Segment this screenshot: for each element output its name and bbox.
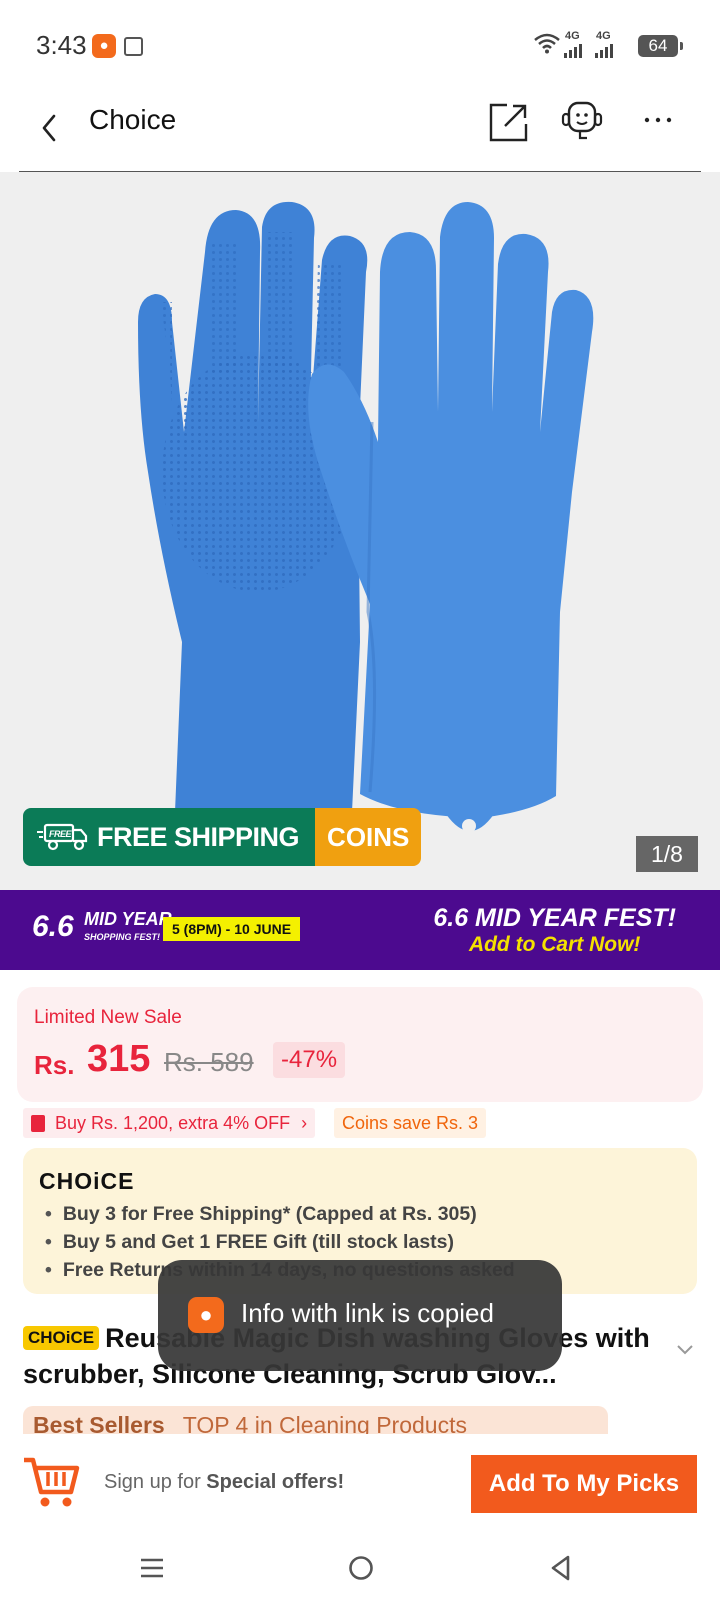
add-to-my-picks-button[interactable]: Add To My Picks bbox=[471, 1455, 697, 1513]
back-arrow-icon[interactable] bbox=[36, 108, 66, 148]
fest-cta: Add to Cart Now! bbox=[468, 933, 641, 956]
top-navigation: Choice bbox=[0, 90, 720, 173]
coins-label: COINS bbox=[315, 808, 422, 866]
chevron-right-icon: › bbox=[301, 1113, 308, 1133]
fest-headline: 6.6 MID YEAR FEST! bbox=[433, 904, 676, 932]
app-notification-icon: ● bbox=[92, 34, 116, 58]
toast-message: ● Info with link is copied bbox=[158, 1260, 562, 1371]
chevron-down-icon[interactable] bbox=[676, 1344, 694, 1356]
price-currency: Rs. bbox=[34, 1050, 75, 1080]
price-section: Limited New Sale Rs. 315 Rs. 589 -47% bbox=[17, 987, 703, 1102]
extra-off-promo[interactable]: Buy Rs. 1,200, extra 4% OFF › bbox=[23, 1108, 316, 1138]
signup-prompt[interactable]: Sign up for Special offers! bbox=[104, 1471, 344, 1494]
free-shipping-label: FREE FREE SHIPPING bbox=[23, 808, 316, 866]
product-image-gallery[interactable]: FREE FREE SHIPPING COINS 1/8 bbox=[0, 172, 720, 890]
fest-shopping: SHOPPING FEST! bbox=[84, 932, 161, 942]
coins-save-badge: Coins save Rs. 3 bbox=[334, 1108, 487, 1138]
menu-nav-icon[interactable] bbox=[122, 1546, 182, 1590]
toast-text: Info with link is copied bbox=[241, 1298, 494, 1328]
extra-off-text: Buy Rs. 1,200, extra 4% OFF bbox=[55, 1113, 291, 1133]
discount-badge: -47% bbox=[273, 1042, 346, 1078]
system-navigation-bar bbox=[0, 1542, 720, 1600]
status-time: 3:43 bbox=[36, 30, 87, 60]
share-icon[interactable] bbox=[487, 100, 531, 144]
best-sellers-rank: TOP 4 in Cleaning Products bbox=[182, 1412, 467, 1434]
fest-date: 5 (8PM) - 10 JUNE bbox=[163, 917, 301, 941]
fest-callout: 6.6 MID YEAR FEST! Add to Cart Now! bbox=[433, 904, 676, 957]
best-sellers-banner[interactable]: Best Sellers TOP 4 in Cleaning Products bbox=[23, 1406, 608, 1434]
network-type-2: 4G bbox=[596, 30, 611, 42]
signup-offer: Special offers! bbox=[206, 1471, 345, 1493]
benefit-item: Buy 5 and Get 1 FREE Gift (till stock la… bbox=[45, 1228, 515, 1256]
bottom-action-bar: Sign up for Special offers! Add To My Pi… bbox=[0, 1434, 720, 1542]
home-nav-icon[interactable] bbox=[331, 1546, 391, 1590]
original-price: Rs. 589 bbox=[164, 1047, 254, 1077]
sale-label: Limited New Sale bbox=[34, 1007, 182, 1028]
voucher-icon bbox=[31, 1115, 45, 1132]
back-nav-icon[interactable] bbox=[531, 1546, 591, 1590]
more-options-icon[interactable] bbox=[638, 100, 682, 144]
screenshot-notification-icon bbox=[124, 37, 143, 56]
free-shipping-text: FREE SHIPPING bbox=[97, 821, 300, 852]
free-shipping-coins-badge: FREE FREE SHIPPING COINS bbox=[23, 808, 422, 866]
image-counter: 1/8 bbox=[636, 836, 698, 872]
product-image-gloves bbox=[138, 201, 594, 833]
network-type-1: 4G bbox=[565, 30, 580, 42]
status-bar: 3:43 ● 4G 4G 64 bbox=[0, 0, 720, 90]
fest-mid-year: MID YEAR bbox=[84, 909, 172, 929]
current-price: 315 bbox=[87, 1038, 151, 1080]
page-title: Choice bbox=[89, 104, 177, 135]
signup-prefix: Sign up for bbox=[104, 1471, 201, 1493]
wifi-icon bbox=[534, 33, 560, 54]
best-sellers-label: Best Sellers bbox=[33, 1412, 165, 1434]
fest-number: 6.6 bbox=[32, 910, 74, 943]
choice-logo: CHOiCE bbox=[39, 1168, 135, 1194]
choice-badge: CHOiCE bbox=[23, 1326, 100, 1350]
truck-icon: FREE bbox=[37, 823, 88, 851]
truck-label: FREE bbox=[49, 829, 73, 839]
customer-service-icon[interactable] bbox=[560, 100, 604, 144]
signal-icon-1 bbox=[564, 44, 582, 58]
benefit-item: Buy 3 for Free Shipping* (Capped at Rs. … bbox=[45, 1200, 515, 1228]
mid-year-fest-banner[interactable]: 6.6 MID YEAR SHOPPING FEST! 5 (8PM) - 10… bbox=[0, 890, 720, 970]
cart-icon[interactable] bbox=[21, 1454, 81, 1510]
app-logo-icon: ● bbox=[188, 1297, 224, 1333]
signal-icon-2 bbox=[595, 44, 613, 58]
fest-logo: MID YEAR SHOPPING FEST! bbox=[84, 910, 172, 946]
battery-icon: 64 bbox=[638, 35, 683, 57]
